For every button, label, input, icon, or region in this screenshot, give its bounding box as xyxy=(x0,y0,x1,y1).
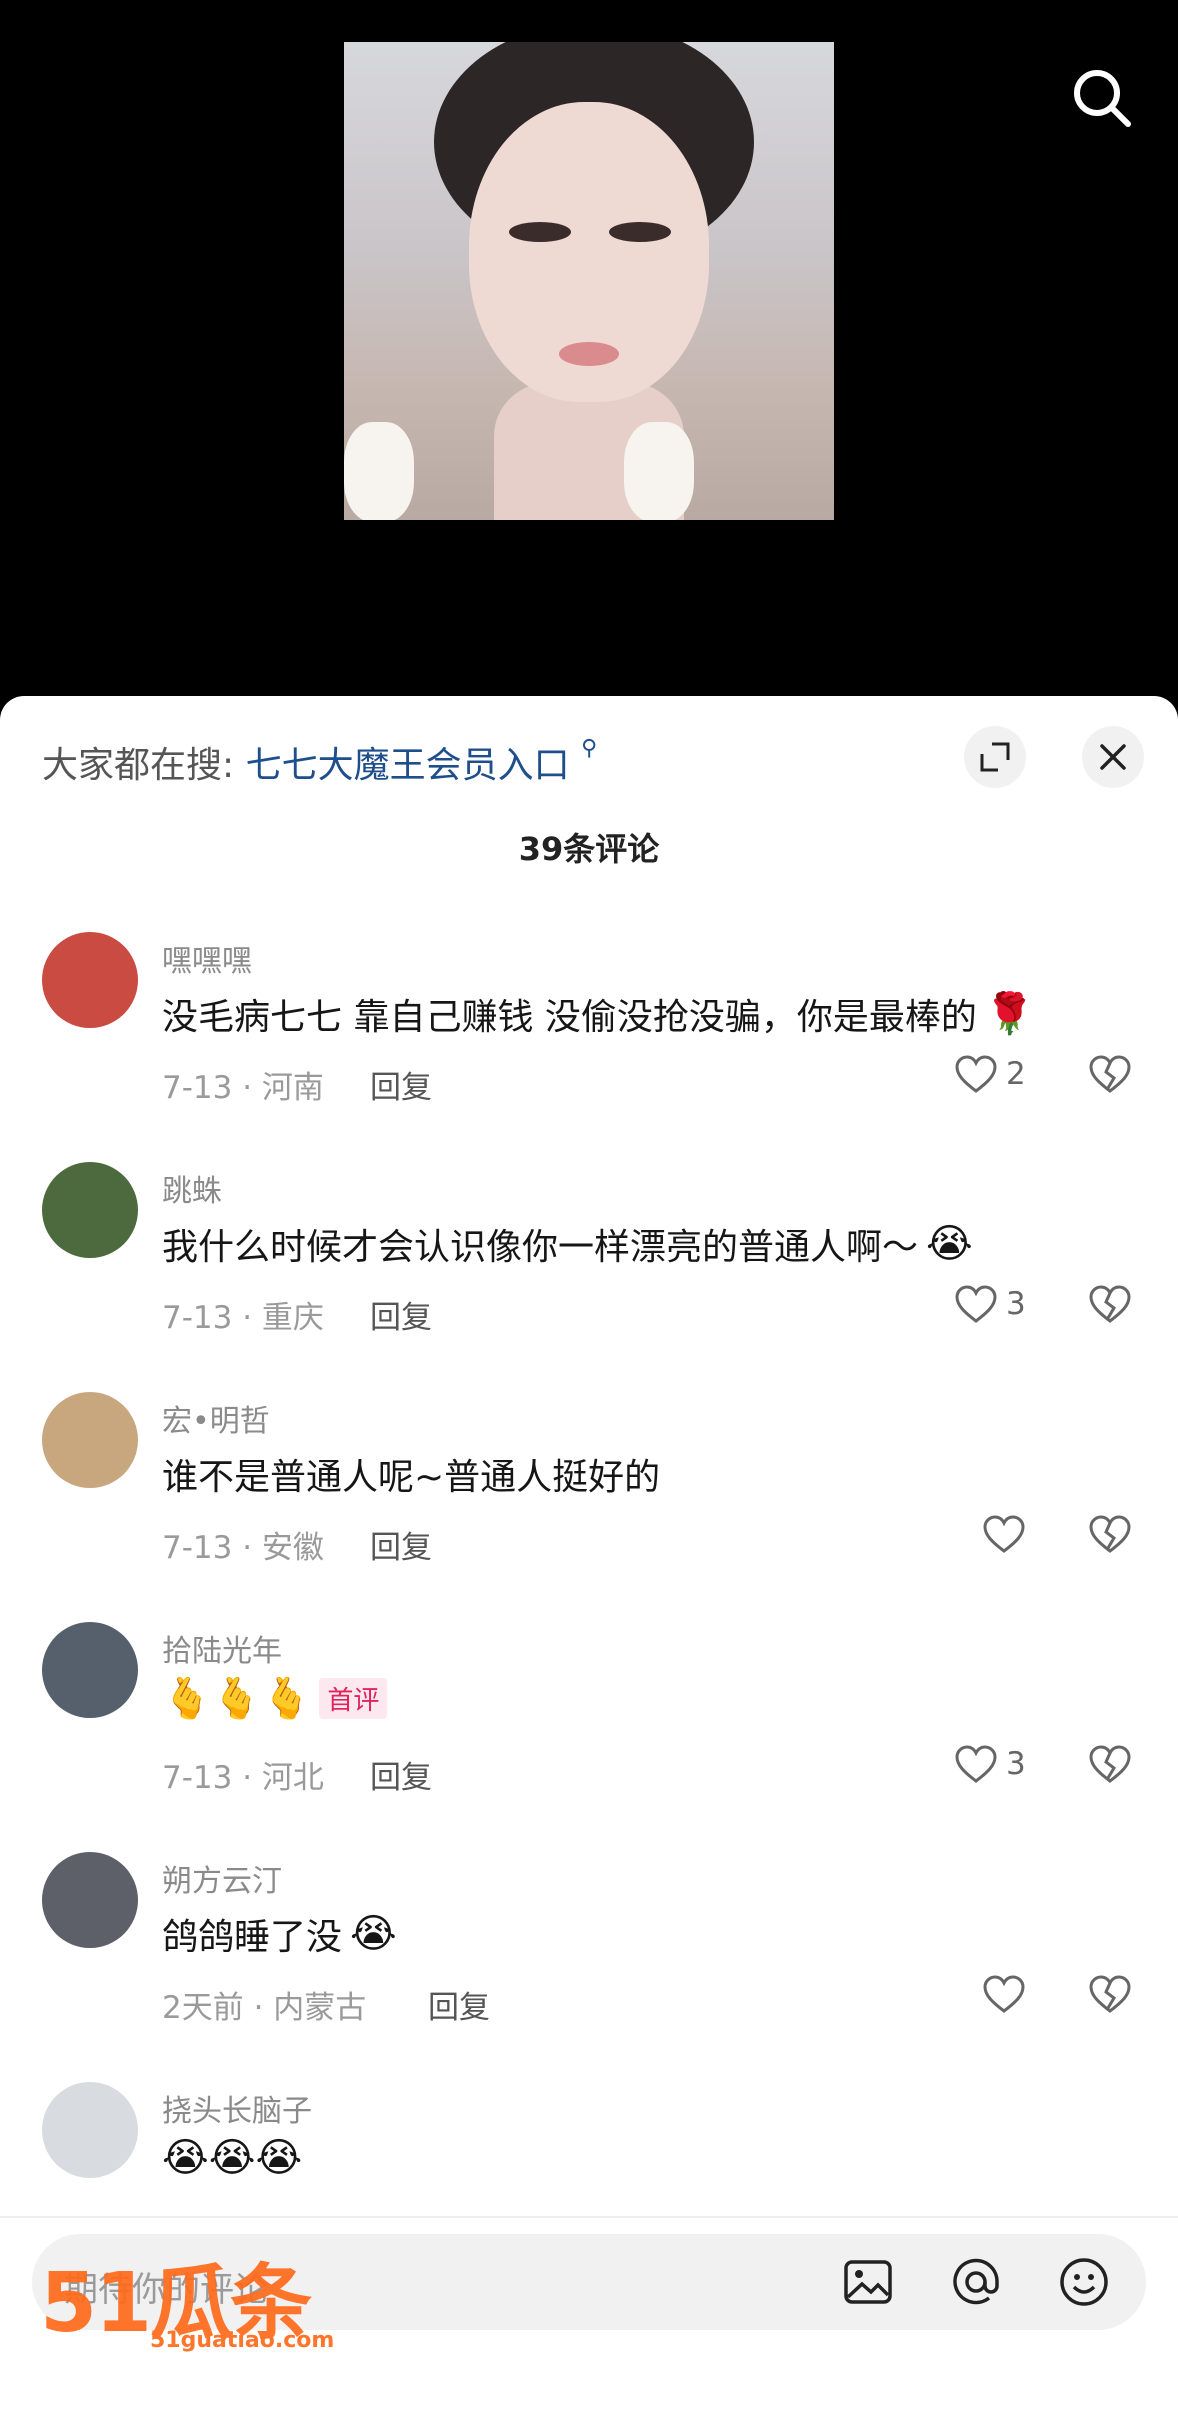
watermark-url: 51guatiao.com xyxy=(150,2328,335,2353)
comment-body: 😭😭😭 xyxy=(162,2135,303,2181)
like-count: 2 xyxy=(1006,1056,1026,1092)
eye-shape xyxy=(509,222,571,242)
heart-icon xyxy=(983,1515,1025,1553)
search-button[interactable] xyxy=(1070,66,1134,130)
comment-item: 拾陆光年 🫰🫰🫰 首评 7-13 · 河北 回复 3 xyxy=(0,1622,1178,1852)
divider xyxy=(0,2216,1178,2218)
search-suggestion-link[interactable]: 七七大魔王会员入口 xyxy=(246,745,570,786)
broken-heart-icon xyxy=(1089,1975,1131,2013)
search-icon xyxy=(1074,70,1131,127)
search-icon: ⚲ xyxy=(581,736,598,761)
avatar[interactable] xyxy=(42,1392,138,1488)
reply-button[interactable]: 回复 xyxy=(428,1982,490,2027)
comment-text: 没毛病七七 靠自己赚钱 没偷没抢没骗，你是最棒的 🌹 xyxy=(162,988,1035,1040)
comment-username[interactable]: 挠头长脑子 xyxy=(162,2086,312,2130)
dislike-button[interactable] xyxy=(1088,1744,1132,1788)
rose-emoji: 🌹 xyxy=(984,991,1035,1037)
comment-username[interactable]: 跳蛛 xyxy=(162,1166,222,1210)
broken-heart-icon xyxy=(1089,1745,1131,1783)
avatar[interactable] xyxy=(42,2082,138,2178)
dislike-button[interactable] xyxy=(1088,1974,1132,2018)
comment-text: 我什么时候才会认识像你一样漂亮的普通人啊～ 😭 xyxy=(162,1218,973,1270)
comment-item: 朔方云汀 鸽鸽睡了没 😭 2天前 · 内蒙古 回复 xyxy=(0,1852,1178,2082)
dislike-button[interactable] xyxy=(1088,1514,1132,1558)
comment-body: 🫰🫰🫰 xyxy=(162,1675,312,1722)
reply-button[interactable]: 回复 xyxy=(370,1062,432,1107)
avatar[interactable] xyxy=(42,1852,138,1948)
comment-count: 39条评论 xyxy=(518,830,660,868)
at-icon xyxy=(953,2258,999,2305)
image-icon xyxy=(844,2260,892,2304)
expand-button[interactable] xyxy=(964,726,1026,788)
heart-icon xyxy=(955,1285,997,1323)
dress-strap xyxy=(344,422,414,520)
eye-shape xyxy=(609,222,671,242)
comment-username[interactable]: 拾陆光年 xyxy=(162,1626,282,1670)
avatar[interactable] xyxy=(42,1162,138,1258)
reply-button[interactable]: 回复 xyxy=(370,1752,432,1797)
dress-strap xyxy=(624,422,694,520)
image-button[interactable] xyxy=(838,2252,898,2312)
video-thumbnail[interactable] xyxy=(344,42,834,520)
broken-heart-icon xyxy=(1089,1055,1131,1093)
comment-text: 鸽鸽睡了没 😭 xyxy=(162,1908,397,1960)
comment-username[interactable]: 嘿嘿嘿 xyxy=(162,936,252,980)
comment-meta: 7-13 · 安徽 xyxy=(162,1530,324,1566)
video-area[interactable] xyxy=(0,0,1178,700)
expand-icon xyxy=(980,742,1010,772)
comment-meta: 2天前 · 内蒙古 xyxy=(162,1990,367,2026)
comment-text: 😭😭😭 xyxy=(162,2138,302,2178)
like-button[interactable] xyxy=(982,1974,1026,2014)
comment-body: 没毛病七七 靠自己赚钱 没偷没抢没骗，你是最棒的 xyxy=(162,997,977,1038)
comment-item: 宏•明哲 谁不是普通人呢~普通人挺好的 7-13 · 安徽 回复 xyxy=(0,1392,1178,1622)
comment-meta: 7-13 · 重庆 xyxy=(162,1300,324,1336)
comment-sheet: 大家都在搜: 七七大魔王会员入口 ⚲ 39条评论 嘿嘿嘿 没毛病七七 靠自己赚钱… xyxy=(0,696,1178,2436)
comment-item: 嘿嘿嘿 没毛病七七 靠自己赚钱 没偷没抢没骗，你是最棒的 🌹 7-13 · 河南… xyxy=(0,932,1178,1162)
comment-body: 谁不是普通人呢~普通人挺好的 xyxy=(162,1457,661,1498)
close-button[interactable] xyxy=(1082,726,1144,788)
dislike-button[interactable] xyxy=(1088,1054,1132,1098)
mention-button[interactable] xyxy=(946,2252,1006,2312)
like-button[interactable]: 3 xyxy=(954,1284,1026,1324)
heart-icon xyxy=(955,1745,997,1783)
avatar[interactable] xyxy=(42,932,138,1028)
comment-item: 跳蛛 我什么时候才会认识像你一样漂亮的普通人啊～ 😭 7-13 · 重庆 回复 … xyxy=(0,1162,1178,1392)
smiley-icon xyxy=(1060,2258,1108,2306)
close-icon xyxy=(1100,744,1126,770)
first-comment-badge: 首评 xyxy=(319,1678,388,1719)
crying-emoji: 😭 xyxy=(350,1911,397,1957)
comment-username[interactable]: 宏•明哲 xyxy=(162,1396,270,1440)
comment-text: 谁不是普通人呢~普通人挺好的 xyxy=(162,1448,660,1500)
heart-icon xyxy=(983,1975,1025,2013)
lips-shape xyxy=(559,342,619,366)
reply-button[interactable]: 回复 xyxy=(370,1522,432,1567)
reply-button[interactable]: 回复 xyxy=(370,1292,432,1337)
emoji-button[interactable] xyxy=(1054,2252,1114,2312)
like-button[interactable]: 3 xyxy=(954,1744,1026,1784)
watermark: 51瓜条 51guatiao.com xyxy=(40,2236,334,2355)
avatar[interactable] xyxy=(42,1622,138,1718)
dislike-button[interactable] xyxy=(1088,1284,1132,1328)
search-suggestion-prefix: 大家都在搜: xyxy=(42,745,235,786)
crying-emoji: 😭 xyxy=(926,1221,973,1267)
like-count: 3 xyxy=(1006,1746,1026,1782)
search-suggestion: 大家都在搜: 七七大魔王会员入口 ⚲ xyxy=(42,736,597,788)
comment-meta: 7-13 · 河北 xyxy=(162,1760,324,1796)
like-count: 3 xyxy=(1006,1286,1026,1322)
comment-username[interactable]: 朔方云汀 xyxy=(162,1856,282,1900)
comment-text: 🫰🫰🫰 首评 xyxy=(162,1675,388,1722)
broken-heart-icon xyxy=(1089,1515,1131,1553)
like-button[interactable] xyxy=(982,1514,1026,1554)
heart-icon xyxy=(955,1055,997,1093)
broken-heart-icon xyxy=(1089,1285,1131,1323)
like-button[interactable]: 2 xyxy=(954,1054,1026,1094)
comment-body: 鸽鸽睡了没 xyxy=(162,1917,343,1958)
comment-meta: 7-13 · 河南 xyxy=(162,1070,324,1106)
comment-body: 我什么时候才会认识像你一样漂亮的普通人啊～ xyxy=(162,1227,919,1268)
